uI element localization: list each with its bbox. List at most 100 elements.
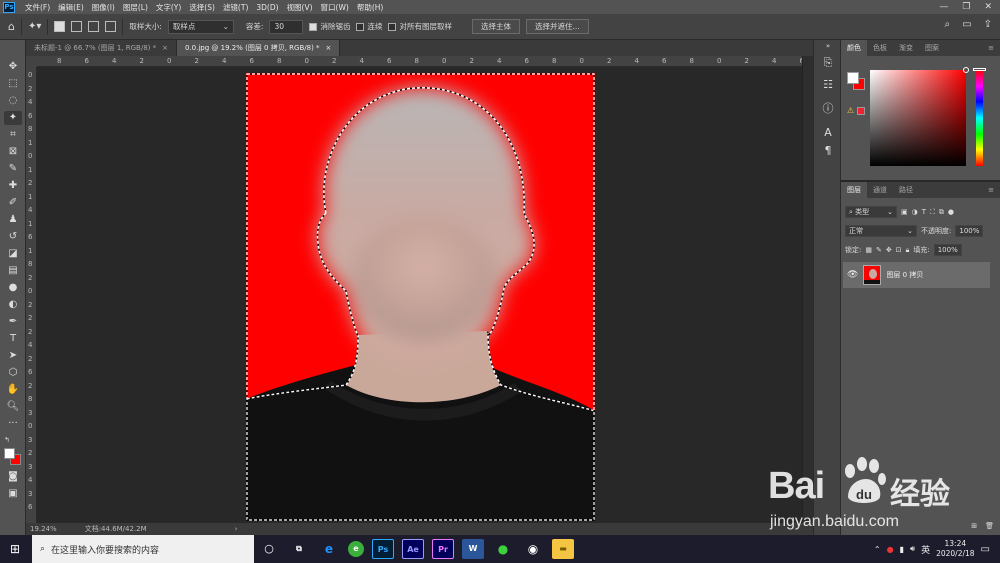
info-panel-icon[interactable]: ⓘ [820, 100, 836, 116]
tab-color[interactable]: 颜色 [841, 40, 867, 56]
visibility-eye-icon[interactable]: 👁︎ [847, 270, 858, 280]
tab-channels[interactable]: 通道 [867, 182, 893, 198]
layer-thumbnail[interactable] [863, 265, 882, 285]
vertical-scrollbar[interactable] [802, 56, 813, 523]
taskbar-search[interactable]: ⌕ 在这里输入你要搜索的内容 [32, 535, 254, 563]
document-canvas[interactable] [246, 73, 595, 521]
opacity-input[interactable]: 100% [955, 225, 984, 237]
move-tool-icon[interactable]: ✥ [4, 60, 22, 74]
zoom-tool-icon[interactable]: 🔍︎ [4, 400, 22, 414]
lasso-tool-icon[interactable]: ◌ [4, 94, 22, 108]
filter-shape-icon[interactable]: ⛶ [930, 208, 935, 217]
restore-icon[interactable]: ❐ [962, 2, 970, 12]
healing-tool-icon[interactable]: ✚ [4, 179, 22, 193]
color-spectrum[interactable] [870, 67, 969, 166]
frame-tool-icon[interactable]: ⊠ [4, 145, 22, 159]
panel-menu-icon[interactable]: ≡ [982, 40, 1000, 56]
foreground-color-swatch[interactable] [4, 448, 15, 459]
menu-image[interactable]: 图像(I) [88, 2, 119, 13]
menu-window[interactable]: 窗口(W) [317, 2, 353, 13]
lock-move-icon[interactable]: ✥ [886, 246, 892, 254]
vertical-ruler[interactable]: 024681012141618202224262830323436 [26, 67, 37, 523]
adjust-panel-icon[interactable]: ☷ [820, 78, 836, 91]
gradient-tool-icon[interactable]: ▤ [4, 264, 22, 278]
close-icon[interactable]: × [162, 44, 168, 52]
gamut-color-swatch[interactable] [857, 107, 865, 115]
tray-app-icon[interactable]: ● [887, 545, 894, 554]
wechat-icon[interactable]: ● [492, 539, 514, 559]
menu-edit[interactable]: 编辑(E) [54, 2, 88, 13]
subtract-selection-icon[interactable] [88, 21, 100, 32]
gamut-warning-icon[interactable]: ⚠ [847, 106, 854, 115]
360-browser-icon[interactable]: e [348, 541, 364, 557]
new-selection-icon[interactable] [54, 21, 66, 32]
pen-tool-icon[interactable]: ✒ [4, 315, 22, 329]
show-hidden-icon[interactable]: ⌃ [874, 545, 881, 554]
volume-icon[interactable]: 🔊︎ [910, 544, 915, 554]
tolerance-input[interactable]: 30 [269, 19, 304, 34]
filter-toggle-icon[interactable]: ● [948, 208, 954, 216]
tab-swatches[interactable]: 色板 [867, 40, 893, 56]
tab-photo-jpg[interactable]: 0.0.jpg @ 19.2% (图层 0 拷贝, RGB/8) * × [177, 40, 341, 56]
eraser-tool-icon[interactable]: ◪ [4, 247, 22, 261]
swap-colors-icon[interactable]: ↰ [4, 436, 14, 444]
lock-artboard-icon[interactable]: ⊡ [896, 246, 902, 254]
panel-menu-icon[interactable]: ≡ [982, 182, 1000, 198]
trash-icon[interactable]: 🗑︎ [985, 522, 994, 530]
color-picker-handle[interactable] [963, 67, 969, 73]
menu-select[interactable]: 选择(S) [185, 2, 219, 13]
media-player-icon[interactable]: ◉ [522, 539, 544, 559]
cortana-icon[interactable]: ○ [258, 539, 280, 559]
layer-name[interactable]: 图层 0 拷贝 [886, 270, 923, 280]
menu-filter[interactable]: 滤镜(T) [219, 2, 252, 13]
tab-gradients[interactable]: 渐变 [893, 40, 919, 56]
fill-input[interactable]: 100% [933, 244, 962, 256]
workspace-icon[interactable]: ▭ [962, 19, 971, 30]
network-icon[interactable]: ▮ [900, 545, 904, 554]
layer-row[interactable]: 👁︎ 图层 0 拷贝 [843, 262, 990, 288]
select-subject-button[interactable]: 选择主体 [471, 19, 520, 34]
menu-3d[interactable]: 3D(D) [252, 3, 282, 12]
search-icon[interactable]: ⌕ [945, 19, 951, 30]
new-layer-icon[interactable]: ⊞ [971, 522, 977, 530]
marquee-tool-icon[interactable]: ⬚ [4, 77, 22, 91]
blur-tool-icon[interactable]: ● [4, 281, 22, 295]
premiere-icon[interactable]: Pr [432, 539, 454, 559]
photoshop-taskbar-icon[interactable]: Ps [372, 539, 394, 559]
crop-tool-icon[interactable]: ⌗ [4, 128, 22, 142]
select-and-mask-button[interactable]: 选择并遮住... [525, 19, 589, 34]
filter-pixel-icon[interactable]: ▣ [901, 208, 908, 216]
paragraph-panel-icon[interactable]: ¶ [820, 144, 836, 157]
horizontal-ruler[interactable]: 8642024680246802468024680246 [37, 56, 802, 67]
edge-icon[interactable]: e [318, 539, 340, 559]
filter-adjust-icon[interactable]: ◑ [912, 208, 918, 216]
canvas-area[interactable] [37, 67, 802, 523]
quick-mask-icon[interactable]: ◙ [4, 470, 22, 484]
screen-mode-icon[interactable]: ▣ [4, 487, 22, 501]
tab-untitled-1[interactable]: 未标题-1 @ 66.7% (图层 1, RGB/8) * × [26, 40, 177, 56]
sample-size-select[interactable]: 取样点 ⌄ [167, 19, 234, 34]
history-brush-icon[interactable]: ↺ [4, 230, 22, 244]
file-explorer-icon[interactable]: ▬ [552, 539, 574, 559]
menu-file[interactable]: 文件(F) [21, 2, 54, 13]
filter-smart-icon[interactable]: ⧉ [939, 208, 944, 217]
stamp-tool-icon[interactable]: ♟ [4, 213, 22, 227]
word-icon[interactable]: W [462, 539, 484, 559]
type-tool-icon[interactable]: T [4, 332, 22, 346]
sample-all-checkbox[interactable]: 对所有图层取样 [388, 21, 452, 32]
eyedropper-tool-icon[interactable]: ✎ [4, 162, 22, 176]
tab-layers[interactable]: 图层 [841, 182, 867, 198]
zoom-level[interactable]: 19.24% [30, 525, 57, 533]
tab-patterns[interactable]: 图案 [919, 40, 945, 56]
layer-filter-select[interactable]: ⌕ 类型 ⌄ [845, 206, 897, 218]
character-panel-icon[interactable]: A [820, 126, 836, 139]
filter-type-icon[interactable]: T [922, 208, 926, 216]
foreground-color-swatch[interactable] [847, 72, 859, 84]
intersect-selection-icon[interactable] [105, 21, 117, 32]
antialias-checkbox[interactable]: 消除锯齿 [309, 21, 350, 32]
notification-icon[interactable]: ▭ [981, 544, 990, 555]
menu-layer[interactable]: 图层(L) [119, 2, 152, 13]
close-icon[interactable]: × [326, 44, 332, 52]
dodge-tool-icon[interactable]: ◐ [4, 298, 22, 312]
minimize-icon[interactable]: — [939, 2, 948, 12]
